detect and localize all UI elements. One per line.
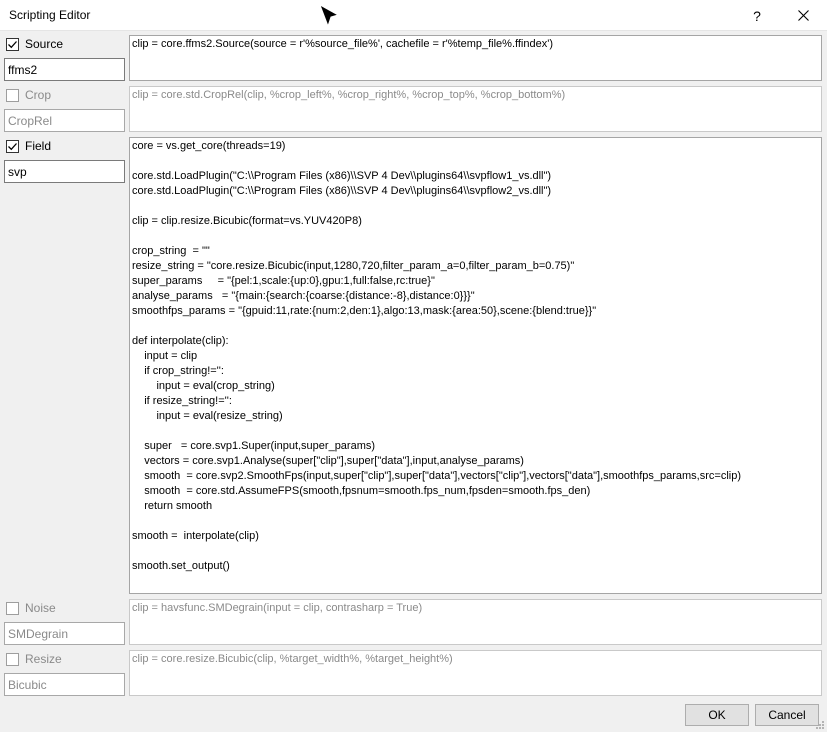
source-checkbox-row[interactable]: Source — [6, 36, 63, 52]
source-name-field[interactable]: ffms2 — [4, 58, 125, 81]
window-title: Scripting Editor — [9, 8, 91, 22]
noise-checkbox-row[interactable]: Noise — [6, 600, 56, 616]
cancel-button[interactable]: Cancel — [755, 704, 819, 726]
crop-name-field[interactable]: CropRel — [4, 109, 125, 132]
field-code-editor[interactable]: core = vs.get_core(threads=19) core.std.… — [129, 137, 822, 594]
field-checkbox-row[interactable]: Field — [6, 138, 51, 154]
help-button[interactable]: ? — [734, 0, 780, 31]
crop-label: Crop — [25, 88, 52, 102]
field-name-field[interactable]: svp — [4, 160, 125, 183]
resize-checkbox-row[interactable]: Resize — [6, 651, 62, 667]
crop-code-editor[interactable]: clip = core.std.CropRel(clip, %crop_left… — [129, 86, 822, 132]
title-bar: Scripting Editor ? — [0, 0, 827, 31]
noise-code-editor[interactable]: clip = havsfunc.SMDegrain(input = clip, … — [129, 599, 822, 645]
checkmark-icon — [8, 142, 17, 150]
noise-name-field[interactable]: SMDegrain — [4, 622, 125, 645]
mouse-cursor-icon — [319, 3, 340, 28]
close-button[interactable] — [780, 0, 826, 31]
noise-checkbox[interactable] — [6, 601, 19, 615]
source-code-editor[interactable]: clip = core.ffms2.Source(source = r'%sou… — [129, 35, 822, 81]
crop-checkbox-row[interactable]: Crop — [6, 87, 51, 103]
crop-checkbox[interactable] — [6, 88, 19, 102]
ok-button[interactable]: OK — [685, 704, 749, 726]
noise-label: Noise — [25, 601, 56, 615]
resize-checkbox[interactable] — [6, 652, 19, 666]
close-icon — [797, 10, 809, 21]
field-label: Field — [25, 139, 52, 153]
source-checkbox[interactable] — [6, 37, 19, 51]
source-label: Source — [25, 37, 64, 51]
resize-label: Resize — [25, 652, 62, 666]
resize-grip-icon[interactable] — [815, 720, 825, 730]
resize-code-editor[interactable]: clip = core.resize.Bicubic(clip, %target… — [129, 650, 822, 696]
field-checkbox[interactable] — [6, 139, 19, 153]
resize-name-field[interactable]: Bicubic — [4, 673, 125, 696]
checkmark-icon — [8, 40, 17, 48]
